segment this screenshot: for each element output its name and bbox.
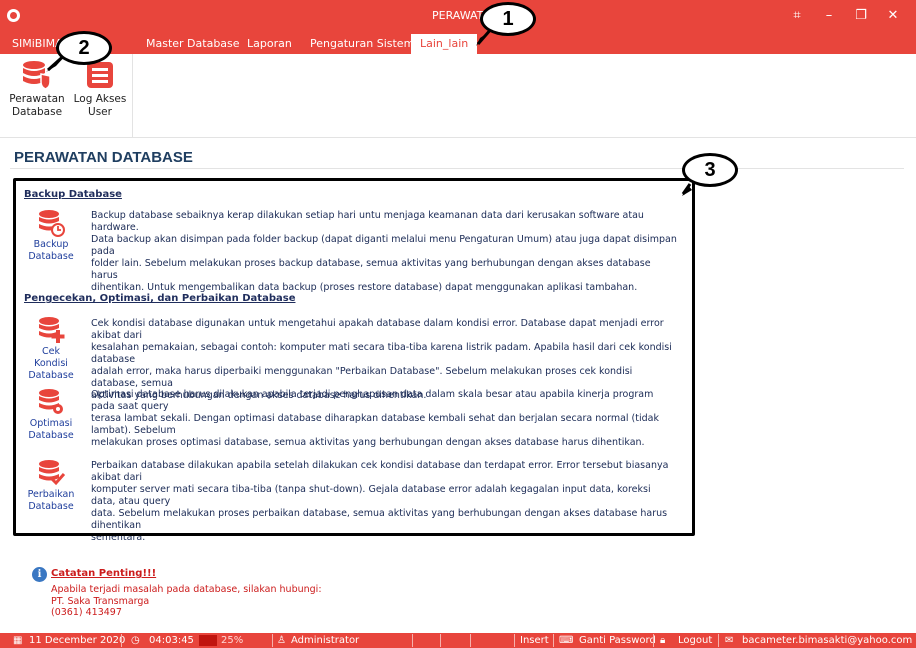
progress-fill bbox=[199, 635, 217, 646]
log-akses-user-button[interactable]: Log Akses User bbox=[71, 60, 129, 119]
status-bar: ▦ 11 December 2020 ◷ 04:03:45 25% ♙ Admi… bbox=[0, 633, 916, 648]
status-separator bbox=[514, 634, 515, 647]
user-icon: ♙ bbox=[277, 635, 286, 646]
status-date: 11 December 2020 bbox=[29, 635, 126, 646]
status-mode: Insert bbox=[520, 635, 549, 646]
change-password-button[interactable]: Ganti Password bbox=[579, 635, 656, 647]
annotation-callout-2: 2 bbox=[56, 31, 112, 65]
logout-button[interactable]: Logout bbox=[678, 635, 712, 647]
ribbon-btn-label: User bbox=[88, 106, 112, 118]
restore-button[interactable]: ❐ bbox=[849, 6, 873, 26]
perawatan-database-button[interactable]: Perawatan Database bbox=[8, 60, 66, 119]
calendar-icon: ▦ bbox=[13, 635, 23, 646]
status-separator bbox=[121, 634, 122, 647]
tab-master-database[interactable]: Master Database bbox=[137, 34, 249, 54]
ribbon-btn-label: Log Akses bbox=[73, 93, 127, 105]
status-progress: 25% bbox=[199, 635, 271, 646]
window-layout-icon[interactable]: ⌗ bbox=[785, 6, 809, 26]
annotation-box bbox=[13, 178, 695, 536]
note-line: Apabila terjadi masalah pada database, s… bbox=[51, 584, 322, 595]
tab-laporan[interactable]: Laporan bbox=[238, 34, 301, 54]
status-email[interactable]: bacameter.bimasakti@yahoo.com bbox=[742, 635, 912, 647]
page-title: PERAWATAN DATABASE bbox=[14, 149, 193, 166]
status-separator bbox=[440, 634, 441, 647]
status-separator bbox=[412, 634, 413, 647]
annotation-callout-3: 3 bbox=[682, 153, 738, 187]
status-separator bbox=[470, 634, 471, 647]
status-separator bbox=[653, 634, 654, 647]
tab-lain-lain[interactable]: Lain_lain bbox=[411, 34, 478, 54]
ribbon-btn-label: Database bbox=[11, 106, 63, 118]
status-time: 04:03:45 bbox=[149, 635, 194, 646]
status-separator bbox=[272, 634, 273, 647]
status-user: Administrator bbox=[291, 635, 360, 646]
ribbon-btn-label: Perawatan bbox=[9, 93, 65, 105]
ribbon: Perawatan Database Log Akses User bbox=[0, 54, 916, 138]
close-button[interactable]: ✕ bbox=[881, 6, 905, 26]
clock-icon: ◷ bbox=[131, 635, 140, 646]
app-logo-icon bbox=[7, 9, 20, 22]
mail-icon: ✉ bbox=[725, 635, 734, 646]
divider bbox=[10, 168, 904, 169]
status-separator bbox=[553, 634, 554, 647]
ribbon-group: Perawatan Database Log Akses User bbox=[0, 54, 133, 138]
title-bar: PERAWATAN ⌗ – ❐ ✕ bbox=[0, 0, 916, 32]
database-shield-icon bbox=[23, 61, 51, 90]
note-title-link[interactable]: Catatan Penting!!! bbox=[51, 568, 156, 579]
progress-text: 25% bbox=[221, 635, 244, 646]
menu-bar: SIMiBIMA Master Database Laporan Pengatu… bbox=[0, 32, 916, 54]
status-separator bbox=[718, 634, 719, 647]
keyboard-icon: ⌨ bbox=[559, 635, 574, 646]
lock-icon: 🔒︎ bbox=[660, 635, 666, 646]
info-icon: i bbox=[32, 567, 47, 582]
annotation-callout-1: 1 bbox=[480, 2, 536, 36]
tab-pengaturan-sistem[interactable]: Pengaturan Sistem bbox=[301, 34, 423, 54]
minimize-button[interactable]: – bbox=[817, 6, 841, 26]
note-line: (0361) 413497 bbox=[51, 607, 122, 618]
